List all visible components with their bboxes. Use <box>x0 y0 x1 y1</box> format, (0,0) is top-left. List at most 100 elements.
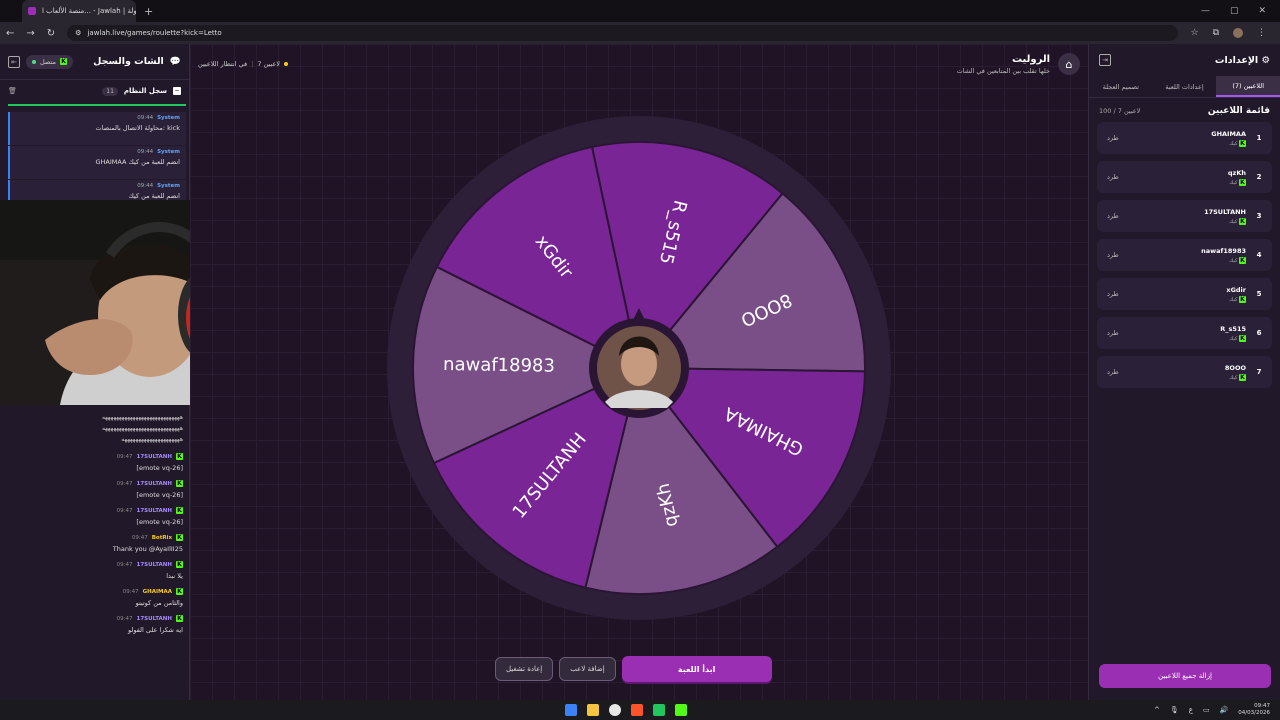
browser-toolbar: ← → ↻ ⚙ jawlah.live/games/roulette?kick=… <box>0 22 1280 44</box>
message-text: Thank you @AyaIlII25 <box>112 545 183 553</box>
roulette-wheel[interactable]: R_s515 8OOO GHAIMAA qzKh 17SULTANH nawaf18983… <box>387 116 891 620</box>
system-log-label: سجل النظام <box>123 87 167 95</box>
chat-message-list: ههههههههههههههههههههههههههههه هههههههههه… <box>8 412 184 634</box>
message-time: 09:47 <box>116 507 133 514</box>
wheel-segment-label: nawaf18983 <box>443 354 555 377</box>
log-text: انضم للعبة من كيك <box>128 192 180 200</box>
connection-status: متصل <box>40 57 57 66</box>
player-row: طرد GHAIMAA كيك K 1 <box>1097 122 1272 154</box>
kick-player-button[interactable]: طرد <box>1107 134 1119 142</box>
waiting-label: في انتظار اللاعبين <box>198 60 248 68</box>
browser-tab[interactable]: منصة الألعاب ا... - Jawlah | جولة ✕ <box>22 0 136 22</box>
page-title: الروليت <box>1011 53 1050 65</box>
monitor-icon[interactable]: ▭ <box>1203 706 1210 714</box>
remove-all-players-button[interactable]: إزالة جميع اللاعبين <box>1099 664 1271 688</box>
message-time: 09:47 <box>116 561 133 568</box>
system-log-header[interactable]: 🗑 11 سجل النظام − <box>0 80 189 102</box>
kick-player-button[interactable]: طرد <box>1107 368 1119 376</box>
player-name: 8OOO <box>1224 363 1246 372</box>
message-author: BotRix <box>151 534 172 541</box>
file-explorer-icon[interactable] <box>587 704 599 716</box>
players-count: 100 / 7 لاعبين <box>1099 107 1141 115</box>
restart-button[interactable]: إعادة تشغيل <box>495 657 554 681</box>
close-window-icon[interactable]: ✕ <box>1258 6 1266 16</box>
os-taskbar: ^ 🎙 ع ▭ 🔊 09:47 04/03/2026 <box>0 700 1280 720</box>
kick-player-button[interactable]: طرد <box>1107 173 1119 181</box>
kick-player-button[interactable]: طرد <box>1107 251 1119 259</box>
message-time: 09:47 <box>116 480 133 487</box>
wheel-svg[interactable]: R_s5158OOOGHAIMAAqzKh17SULTANHnawaf18983… <box>387 116 891 620</box>
message-text: والثامن من كوتيتو <box>135 599 183 607</box>
collapse-settings-icon[interactable]: ⇥ <box>1099 54 1111 66</box>
message-time: 09:47 <box>116 453 133 460</box>
site-info-icon[interactable]: ⚙ <box>75 29 81 37</box>
player-platform: كيك <box>1229 296 1238 303</box>
microphone-icon[interactable]: 🎙 <box>1170 706 1179 714</box>
volume-icon[interactable]: 🔊 <box>1220 706 1229 714</box>
clock-time: 09:47 <box>1254 703 1270 709</box>
message-author: 17SULTANH <box>136 480 172 487</box>
app-icon[interactable] <box>653 704 665 716</box>
log-time: 09:44 <box>137 183 154 189</box>
message-text: يلا نبدا <box>166 572 183 580</box>
kick-badge-icon: K <box>176 507 183 514</box>
tab-wheel-design[interactable]: تصميم العجلة <box>1089 76 1153 97</box>
log-item: 09:44 System GHAIMAA انضم للعبة من كيك <box>8 146 186 179</box>
kick-player-button[interactable]: طرد <box>1107 329 1119 337</box>
start-game-button[interactable]: ابدأ اللعبة <box>621 656 772 682</box>
system-log-list: 09:44 System محاولة الاتصال بالمنصات: kic… <box>8 112 186 214</box>
chat-bubble-icon: 💬 <box>169 56 181 67</box>
player-name: qzKh <box>1227 168 1246 177</box>
reload-icon[interactable]: ↻ <box>47 28 55 39</box>
players-list: طرد GHAIMAA كيك K 1 طرد qzKh كيك K 2 طرد 17SULTAN… <box>1089 122 1280 388</box>
message-text: [emote vq-26] <box>136 464 183 472</box>
player-row: طرد 17SULTANH كيك K 3 <box>1097 200 1272 232</box>
brave-icon[interactable] <box>631 704 643 716</box>
tray-chevron-icon[interactable]: ^ <box>1154 706 1160 714</box>
tab-players[interactable]: اللاعبين (7) <box>1216 76 1280 97</box>
back-icon[interactable]: ← <box>6 28 14 39</box>
chat-message: 09:47 17SULTANH K يلا نبدا <box>8 561 183 580</box>
bookmark-star-icon[interactable]: ☆ <box>1190 28 1198 38</box>
player-name: nawaf18983 <box>1201 246 1246 255</box>
collapse-panel-icon[interactable]: ⇤ <box>8 55 20 68</box>
add-player-button[interactable]: إضافة لاعب <box>559 657 616 681</box>
profile-avatar[interactable] <box>1233 28 1243 38</box>
log-author: System <box>157 115 180 121</box>
kick-badge-icon: K <box>1239 178 1246 186</box>
menu-icon[interactable]: ⋮ <box>1257 28 1266 38</box>
kick-player-button[interactable]: طرد <box>1107 290 1119 298</box>
player-row: طرد xGdir كيك K 5 <box>1097 278 1272 310</box>
trash-icon[interactable]: 🗑 <box>8 87 17 95</box>
player-index: 1 <box>1256 134 1262 142</box>
message-author: 17SULTANH <box>136 561 172 568</box>
message-time: 09:47 <box>116 615 133 622</box>
tab-title: منصة الألعاب ا... - Jawlah | جولة <box>42 7 136 15</box>
minimize-icon[interactable]: — <box>1201 6 1210 16</box>
forward-icon[interactable]: → <box>26 28 34 39</box>
tab-game-settings[interactable]: إعدادات اللعبة <box>1153 76 1217 97</box>
kick-player-button[interactable]: طرد <box>1107 212 1119 220</box>
page-subtitle: خلها تقلب بين المتابعين في الشات <box>956 66 1050 75</box>
address-bar[interactable]: ⚙ jawlah.live/games/roulette?kick=Letto <box>67 25 1179 41</box>
chrome-icon[interactable] <box>609 704 621 716</box>
home-button[interactable]: ⌂ <box>1058 53 1080 75</box>
system-clock[interactable]: 09:47 04/03/2026 <box>1238 703 1270 717</box>
extensions-icon[interactable]: ⧉ <box>1213 28 1219 38</box>
divider <box>8 104 186 106</box>
chat-message: 09:47 17SULTANH K [emote vq-26] <box>8 453 183 472</box>
message-author: 17SULTANH <box>136 453 172 460</box>
message-text: [emote vq-26] <box>136 518 183 526</box>
kick-badge-icon: K <box>176 480 183 487</box>
language-indicator[interactable]: ع <box>1189 706 1193 714</box>
kick-badge-icon: K <box>1239 334 1246 342</box>
status-dot-icon <box>283 62 288 66</box>
chat-text: هههههههههههههههههههههه <box>121 436 183 443</box>
kick-app-icon[interactable] <box>675 704 687 716</box>
new-tab-icon[interactable]: + <box>144 5 153 18</box>
start-menu-icon[interactable] <box>565 704 577 716</box>
maximize-icon[interactable]: ▢ <box>1230 6 1239 16</box>
player-platform: كيك <box>1229 179 1238 186</box>
system-log-toggle[interactable]: − <box>173 87 181 95</box>
player-row: طرد nawaf18983 كيك K 4 <box>1097 239 1272 271</box>
